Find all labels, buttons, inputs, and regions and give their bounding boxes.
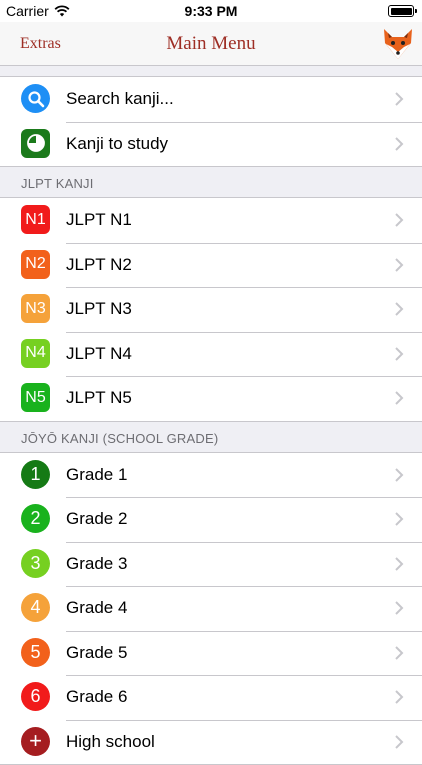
chevron-right-icon	[394, 137, 404, 151]
study-progress-icon	[21, 129, 50, 158]
chevron-right-icon	[394, 646, 404, 660]
grade-1-row[interactable]: 1 Grade 1	[0, 453, 422, 498]
grade-6-row[interactable]: 6 Grade 6	[0, 675, 422, 720]
high-school-badge-icon: +	[21, 727, 50, 756]
high-school-row[interactable]: + High school	[0, 720, 422, 765]
grade-3-badge-icon: 3	[21, 549, 50, 578]
main-menu-list: Search kanji... Kanji to study JLPT KANJ…	[0, 66, 422, 765]
battery-icon	[388, 5, 414, 17]
grade-2-label: Grade 2	[66, 509, 127, 529]
n5-badge-icon: N5	[21, 383, 50, 412]
grade-5-badge-icon: 5	[21, 638, 50, 667]
joyo-group: 1 Grade 1 2 Grade 2 3 Grade 3 4 Grade 4 …	[0, 452, 422, 765]
status-bar: Carrier 9:33 PM	[0, 0, 422, 22]
jlpt-n5-label: JLPT N5	[66, 388, 132, 408]
chevron-right-icon	[394, 557, 404, 571]
grade-2-badge-icon: 2	[21, 504, 50, 533]
n2-badge-icon: N2	[21, 250, 50, 279]
jlpt-group: N1 JLPT N1 N2 JLPT N2 N3 JLPT N3 N4 JLPT…	[0, 197, 422, 422]
fox-mascot-icon[interactable]	[380, 26, 416, 62]
jlpt-n3-label: JLPT N3	[66, 299, 132, 319]
jlpt-n2-label: JLPT N2	[66, 255, 132, 275]
clock: 9:33 PM	[0, 3, 422, 19]
chevron-right-icon	[394, 468, 404, 482]
kanji-to-study-label: Kanji to study	[66, 134, 168, 154]
search-icon	[21, 84, 50, 113]
grade-6-badge-icon: 6	[21, 682, 50, 711]
chevron-right-icon	[394, 213, 404, 227]
navigation-bar: Extras Main Menu	[0, 22, 422, 66]
jlpt-n1-label: JLPT N1	[66, 210, 132, 230]
chevron-right-icon	[394, 601, 404, 615]
grade-1-badge-icon: 1	[21, 460, 50, 489]
grade-5-row[interactable]: 5 Grade 5	[0, 631, 422, 676]
n4-badge-icon: N4	[21, 339, 50, 368]
grade-4-label: Grade 4	[66, 598, 127, 618]
page-title: Main Menu	[0, 33, 422, 55]
chevron-right-icon	[394, 512, 404, 526]
grade-2-row[interactable]: 2 Grade 2	[0, 497, 422, 542]
chevron-right-icon	[394, 302, 404, 316]
jlpt-n1-row[interactable]: N1 JLPT N1	[0, 198, 422, 243]
chevron-right-icon	[394, 690, 404, 704]
search-kanji-row[interactable]: Search kanji...	[0, 77, 422, 122]
grade-3-label: Grade 3	[66, 554, 127, 574]
grade-3-row[interactable]: 3 Grade 3	[0, 542, 422, 587]
jlpt-n4-label: JLPT N4	[66, 344, 132, 364]
search-kanji-label: Search kanji...	[66, 89, 174, 109]
grade-5-label: Grade 5	[66, 643, 127, 663]
kanji-to-study-row[interactable]: Kanji to study	[0, 122, 422, 167]
joyo-section-header: JŌYŌ KANJI (SCHOOL GRADE)	[0, 422, 422, 452]
jlpt-n2-row[interactable]: N2 JLPT N2	[0, 243, 422, 288]
n3-badge-icon: N3	[21, 294, 50, 323]
jlpt-n3-row[interactable]: N3 JLPT N3	[0, 287, 422, 332]
chevron-right-icon	[394, 258, 404, 272]
grade-1-label: Grade 1	[66, 465, 127, 485]
chevron-right-icon	[394, 92, 404, 106]
high-school-label: High school	[66, 732, 155, 752]
chevron-right-icon	[394, 735, 404, 749]
jlpt-n5-row[interactable]: N5 JLPT N5	[0, 376, 422, 421]
top-group: Search kanji... Kanji to study	[0, 76, 422, 167]
n1-badge-icon: N1	[21, 205, 50, 234]
jlpt-n4-row[interactable]: N4 JLPT N4	[0, 332, 422, 377]
grade-6-label: Grade 6	[66, 687, 127, 707]
jlpt-section-header: JLPT KANJI	[0, 167, 422, 197]
chevron-right-icon	[394, 347, 404, 361]
grade-4-badge-icon: 4	[21, 593, 50, 622]
chevron-right-icon	[394, 391, 404, 405]
grade-4-row[interactable]: 4 Grade 4	[0, 586, 422, 631]
